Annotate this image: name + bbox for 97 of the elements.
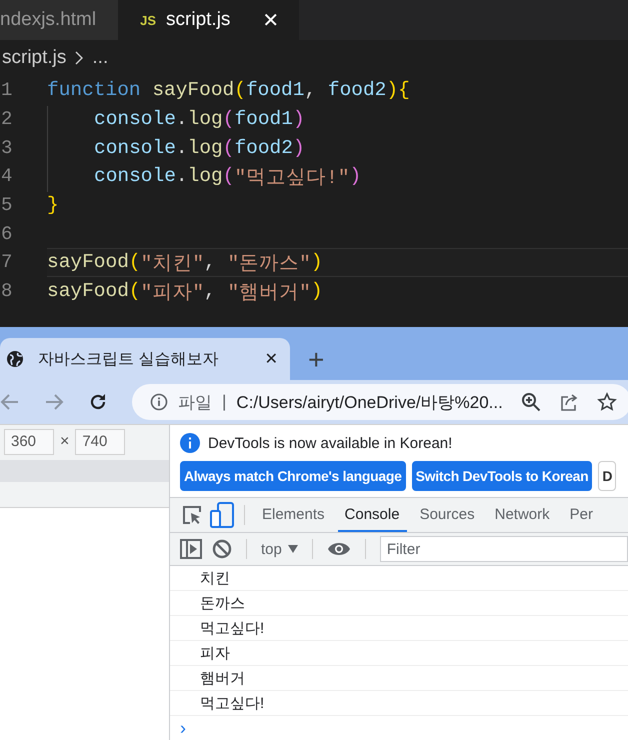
console-message: 피자 (200, 644, 230, 662)
close-icon[interactable]: ✕ (264, 349, 278, 369)
info-icon (150, 393, 168, 411)
code-token: . (176, 165, 188, 188)
js-file-icon: JS (140, 12, 156, 28)
code-token: ( (234, 79, 246, 102)
info-icon (180, 433, 200, 453)
file-tab[interactable]: JS script.js ✕ (118, 0, 300, 40)
code-token: , (204, 251, 217, 274)
share-icon[interactable] (558, 392, 579, 412)
code-token: sayFood (47, 280, 129, 302)
code-token: food2 (328, 79, 386, 102)
sidebar-icon[interactable] (180, 539, 202, 559)
code-token: sayFood (47, 251, 129, 274)
console-message: 돈까스 (200, 594, 245, 612)
code-token: food2 (234, 136, 293, 159)
new-tab-button[interactable]: + (308, 346, 324, 374)
code-token: console (94, 165, 176, 188)
code-token: . (176, 108, 188, 130)
line-number: 3 (0, 136, 14, 159)
url-text: C:/Users/airyt/OneDrive/바탕%20... (236, 392, 503, 414)
code-token: , (204, 280, 217, 302)
code-token: sayFood (151, 79, 234, 102)
inspect-icon[interactable] (180, 503, 204, 527)
clear-icon[interactable] (212, 539, 232, 559)
code-token: ) (310, 251, 323, 274)
console-message: 먹고싶다! (200, 694, 264, 712)
line-number: 2 (0, 108, 14, 130)
code-token: food1 (234, 108, 293, 130)
code-token: . (176, 136, 188, 159)
device-icon[interactable] (210, 502, 234, 528)
line-number: 6 (0, 222, 14, 245)
code-token: ) (386, 79, 398, 102)
line-number: 1 (0, 79, 14, 102)
console-message: 먹고싶다! (200, 618, 264, 638)
height-field[interactable]: 740 (75, 429, 126, 455)
code-token: "치킨" (140, 252, 204, 276)
code-token: ( (222, 136, 234, 159)
code-token: } (47, 194, 59, 216)
code-token: ) (310, 280, 323, 302)
code-token: log (188, 136, 223, 159)
code-token: "햄버거" (227, 280, 311, 305)
code-token: ) (292, 136, 305, 159)
filter-field[interactable]: Filter (380, 536, 628, 562)
separator-mark: | (222, 392, 226, 412)
code-token: "피자" (140, 280, 204, 305)
code-token: food1 (246, 79, 304, 102)
line-number: 7 (0, 251, 14, 274)
code-token: { (398, 79, 410, 102)
reload-icon[interactable] (88, 392, 108, 412)
code-token: function (47, 79, 141, 102)
breadcrumb-item[interactable]: script.js (2, 47, 66, 69)
context-dropdown[interactable]: top (261, 540, 298, 558)
code-token: log (188, 165, 223, 188)
width-field[interactable]: 360 (4, 429, 54, 455)
code-token: ( (128, 251, 141, 274)
devtools-tab[interactable]: Sources (412, 498, 482, 532)
devtools-tab[interactable]: Network (488, 498, 557, 532)
code-token: "먹고싶다!" (234, 166, 350, 190)
browser-tab[interactable]: 자바스크립트 실습해보자 ✕ (0, 338, 290, 380)
code-token: "돈까스" (227, 252, 311, 276)
tab-label: script.js (166, 9, 230, 31)
line-number: 4 (0, 165, 14, 188)
code-token: console (94, 136, 176, 159)
console-message: 햄버거 (200, 668, 245, 688)
language-button[interactable]: Always match Chrome's language (180, 461, 406, 491)
eye-icon[interactable] (326, 541, 351, 557)
caret-icon (288, 545, 298, 553)
breadcrumb-item[interactable]: ... (92, 47, 108, 69)
code-token: , (304, 79, 318, 102)
code-token: ( (128, 280, 141, 302)
close-icon[interactable]: ✕ (262, 8, 280, 32)
line-number: 5 (0, 194, 14, 216)
times-sign: × (60, 433, 70, 451)
code-token: ( (222, 108, 234, 130)
code-token: ( (222, 165, 234, 188)
notice-text: DevTools is now available in Korean! (208, 434, 452, 452)
code-token: ) (292, 108, 305, 130)
code-token: log (188, 108, 223, 130)
language-button[interactable]: Switch DevTools to Korean (412, 461, 592, 491)
tab-title: 자바스크립트 실습해보자 (38, 350, 220, 370)
devtools-tab[interactable]: Elements (255, 498, 332, 532)
prompt-icon: › (180, 718, 186, 738)
code-token: console (94, 108, 176, 130)
scheme-label: 파일 (178, 392, 212, 414)
star-icon[interactable] (596, 392, 617, 412)
code-token: ) (350, 165, 362, 188)
file-tab[interactable]: ndexjs.html (0, 0, 118, 40)
console-message: 치킨 (200, 568, 230, 588)
line-number: 8 (0, 280, 14, 302)
language-button[interactable]: D (598, 461, 616, 491)
address-bar[interactable]: 파일 | C:/Users/airyt/OneDrive/바탕%20... (132, 384, 628, 420)
devtools-tab[interactable]: Per (562, 498, 600, 532)
zoom-icon[interactable] (520, 392, 541, 412)
tab-label: ndexjs.html (0, 9, 96, 31)
chevron-right-icon (74, 51, 84, 65)
globe-icon (6, 350, 24, 368)
